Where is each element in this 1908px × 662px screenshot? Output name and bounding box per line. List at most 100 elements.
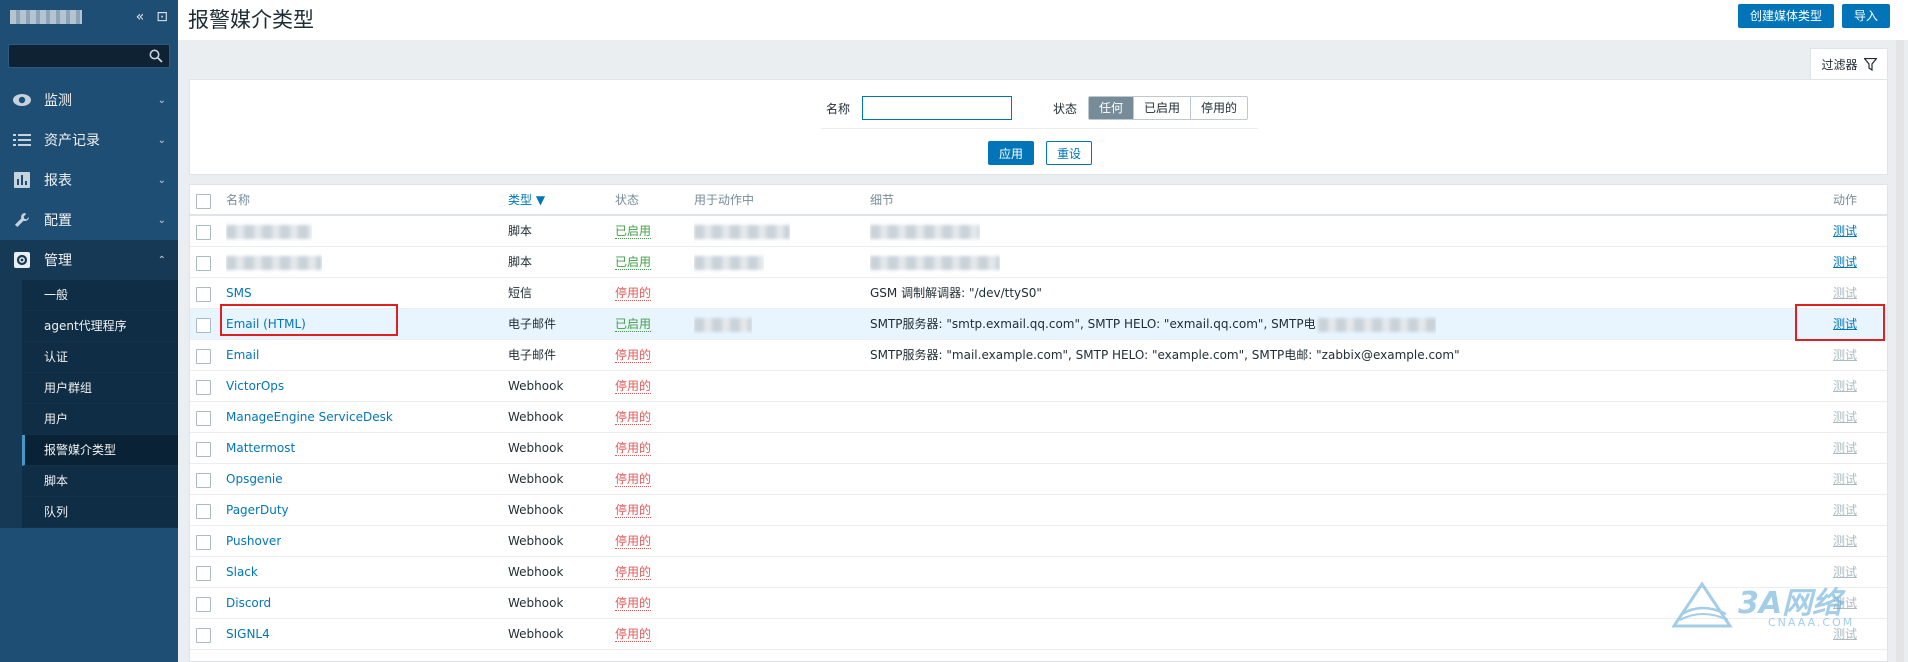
filter-tab[interactable]: 过滤器 <box>1810 48 1888 80</box>
test-action-link[interactable]: 测试 <box>1833 495 1857 526</box>
test-action-link[interactable]: 测试 <box>1833 526 1857 557</box>
media-type-name-link[interactable]: SMS <box>226 278 252 309</box>
row-checkbox[interactable] <box>196 535 211 550</box>
status-toggle-link[interactable]: 停用的 <box>615 410 652 425</box>
row-checkbox[interactable] <box>196 287 211 302</box>
submenu-item-user-groups[interactable]: 用户群组 <box>22 373 178 404</box>
media-type-name-link[interactable]: Pushover <box>226 526 281 557</box>
media-type-name-link[interactable] <box>226 216 312 247</box>
status-option-disabled[interactable]: 停用的 <box>1190 97 1248 119</box>
bar-chart-icon <box>12 171 32 189</box>
status-toggle-link[interactable]: 已启用 <box>615 255 652 270</box>
search-icon[interactable] <box>149 49 163 63</box>
import-button[interactable]: 导入 <box>1842 4 1891 28</box>
media-type-name-link[interactable]: Email <box>226 340 259 371</box>
test-action-link[interactable]: 测试 <box>1833 371 1857 402</box>
status-cell: 停用的 <box>615 619 652 650</box>
status-toggle-link[interactable]: 停用的 <box>615 503 652 518</box>
menu-item-reports[interactable]: 报表 ⌄ <box>0 160 178 200</box>
submenu-item-queue[interactable]: 队列 <box>22 497 178 528</box>
media-type-name-link[interactable]: VictorOps <box>226 371 284 402</box>
menu-item-administration[interactable]: 管理 ⌃ <box>0 240 178 280</box>
status-toggle-link[interactable]: 停用的 <box>615 596 652 611</box>
submenu-item-proxies[interactable]: agent代理程序 <box>22 311 178 342</box>
row-checkbox[interactable] <box>196 566 211 581</box>
status-toggle-link[interactable]: 停用的 <box>615 534 652 549</box>
status-toggle-link[interactable]: 停用的 <box>615 565 652 580</box>
menu-item-inventory[interactable]: 资产记录 ⌄ <box>0 120 178 160</box>
hide-sidebar-icon[interactable]: ⊡ <box>156 9 168 25</box>
status-option-enabled[interactable]: 已启用 <box>1133 97 1191 119</box>
select-all-checkbox[interactable] <box>196 194 211 209</box>
eye-icon <box>12 91 32 109</box>
submenu-item-media-types[interactable]: 报警媒介类型 <box>22 435 178 466</box>
row-checkbox[interactable] <box>196 411 211 426</box>
media-type-name-link[interactable]: Opsgenie <box>226 464 283 495</box>
media-type-type: Webhook <box>508 441 564 455</box>
test-action-link[interactable]: 测试 <box>1833 340 1857 371</box>
media-type-name-link[interactable]: ManageEngine ServiceDesk <box>226 402 393 433</box>
status-toggle-link[interactable]: 停用的 <box>615 472 652 487</box>
status-cell: 停用的 <box>615 464 652 495</box>
status-toggle-link[interactable]: 停用的 <box>615 441 652 456</box>
media-type-name-link[interactable]: SIGNL4 <box>226 619 270 650</box>
administration-submenu: 一般 agent代理程序 认证 用户群组 用户 报警媒介类型 脚本 队列 <box>0 280 178 528</box>
create-media-type-button[interactable]: 创建媒体类型 <box>1738 4 1835 28</box>
media-type-name-link[interactable]: Email (HTML) <box>226 309 306 340</box>
media-type-name-link[interactable]: Discord <box>226 588 271 619</box>
test-action-link[interactable]: 测试 <box>1833 402 1857 433</box>
status-toggle-link[interactable]: 停用的 <box>615 627 652 642</box>
apply-button[interactable]: 应用 <box>988 141 1035 165</box>
status-toggle-link[interactable]: 已启用 <box>615 224 652 239</box>
filter-name-label: 名称 <box>826 102 851 116</box>
status-toggle-link[interactable]: 停用的 <box>615 379 652 394</box>
row-checkbox[interactable] <box>196 318 211 333</box>
media-type-name-link[interactable]: Slack <box>226 557 258 588</box>
test-action-link[interactable]: 测试 <box>1833 247 1857 278</box>
wrench-icon <box>12 211 32 229</box>
submenu-item-users[interactable]: 用户 <box>22 404 178 435</box>
status-cell: 已启用 <box>615 247 652 278</box>
filter-name-input[interactable] <box>862 96 1012 120</box>
status-toggle-link[interactable]: 已启用 <box>615 317 652 332</box>
test-action-link[interactable]: 测试 <box>1833 216 1857 247</box>
status-option-any[interactable]: 任何 <box>1089 97 1134 119</box>
reset-button[interactable]: 重设 <box>1046 141 1093 165</box>
row-checkbox[interactable] <box>196 349 211 364</box>
test-action-link[interactable]: 测试 <box>1833 433 1857 464</box>
status-toggle-link[interactable]: 停用的 <box>615 348 652 363</box>
row-checkbox[interactable] <box>196 380 211 395</box>
sidebar-search-input[interactable] <box>9 45 169 67</box>
row-checkbox[interactable] <box>196 628 211 643</box>
media-type-name-link[interactable]: PagerDuty <box>226 495 289 526</box>
media-type-name-link[interactable]: Mattermost <box>226 433 295 464</box>
table-row: SIGNL4 Webhook 停用的 测试 <box>190 619 1887 650</box>
row-checkbox[interactable] <box>196 473 211 488</box>
test-action-link[interactable]: 测试 <box>1833 309 1857 340</box>
submenu-item-authentication[interactable]: 认证 <box>22 342 178 373</box>
media-type-name-link[interactable] <box>226 247 322 278</box>
submenu-item-scripts[interactable]: 脚本 <box>22 466 178 497</box>
column-header-name[interactable]: 名称 <box>226 185 250 216</box>
status-toggle-link[interactable]: 停用的 <box>615 286 652 301</box>
row-checkbox[interactable] <box>196 504 211 519</box>
column-header-used-in-actions: 用于动作中 <box>694 193 755 207</box>
submenu-item-general[interactable]: 一般 <box>22 280 178 311</box>
used-in-actions-cell <box>694 309 752 340</box>
row-checkbox[interactable] <box>196 442 211 457</box>
watermark: 3A网络 CNAAA.COM <box>1672 576 1884 634</box>
vertical-scrollbar[interactable] <box>1896 40 1904 662</box>
menu-item-monitoring[interactable]: 监测 ⌄ <box>0 80 178 120</box>
menu-item-configuration[interactable]: 配置 ⌄ <box>0 200 178 240</box>
test-action-link[interactable]: 测试 <box>1833 278 1857 309</box>
collapse-sidebar-icon[interactable]: « <box>136 9 145 25</box>
row-checkbox[interactable] <box>196 256 211 271</box>
row-checkbox[interactable] <box>196 597 211 612</box>
logo <box>10 10 82 24</box>
row-checkbox[interactable] <box>196 225 211 240</box>
redacted-name <box>226 255 322 270</box>
column-header-type[interactable]: 类型 ▼ <box>508 185 545 216</box>
test-action-link[interactable]: 测试 <box>1833 464 1857 495</box>
media-type-type: Webhook <box>508 565 564 579</box>
media-type-type: Webhook <box>508 503 564 517</box>
